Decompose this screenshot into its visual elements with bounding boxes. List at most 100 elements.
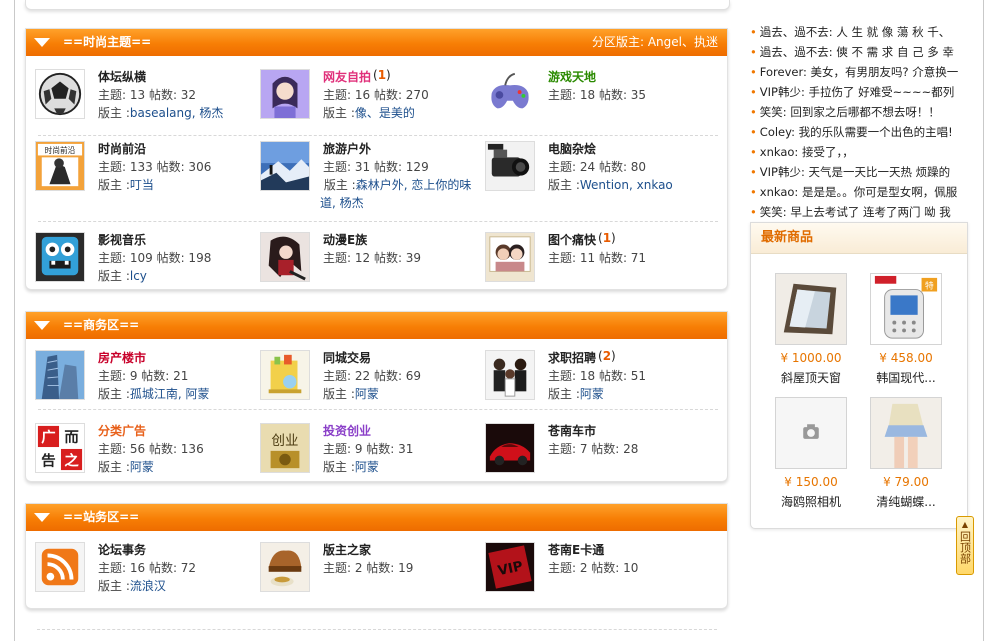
news-item[interactable]: • xnkao: 是是是。。你可是型女啊，佩服 bbox=[750, 182, 972, 202]
moderator-link[interactable]: 叮当 bbox=[130, 178, 154, 192]
forum-realestate: 房产楼市 主题: 9 帖数: 21 版主 :孤城江南, 阿蒙 bbox=[35, 350, 260, 412]
collapse-toggle-icon[interactable] bbox=[34, 513, 50, 522]
forum-name[interactable]: 游戏天地 bbox=[548, 68, 596, 85]
moderator-link[interactable]: 像、是美的 bbox=[355, 106, 415, 120]
forum-pictures: 图个痛快 (1) 主题: 11 帖数: 71 bbox=[485, 231, 710, 294]
news-item[interactable]: • xnkao: 接受了，， bbox=[750, 142, 972, 162]
skirt-image[interactable] bbox=[870, 397, 942, 469]
moderator-link[interactable]: 阿蒙 bbox=[130, 460, 154, 474]
collapse-toggle-icon[interactable] bbox=[34, 321, 50, 330]
moderator-link[interactable]: 阿蒙 bbox=[355, 460, 379, 474]
forum-stats: 主题: 133 帖数: 306 bbox=[98, 160, 212, 174]
monster-tv-icon[interactable] bbox=[35, 232, 85, 282]
forum-stats: 主题: 56 帖数: 136 bbox=[98, 442, 204, 456]
moderator-link[interactable]: 阿蒙 bbox=[355, 387, 379, 401]
forum-investment: 创业 投资创业 主题: 9 帖数: 31 版主 :阿蒙 bbox=[260, 423, 485, 485]
moderator-link[interactable]: 阿蒙 bbox=[580, 387, 604, 401]
moderator-link[interactable]: 流浪汉 bbox=[130, 579, 166, 593]
forum-name[interactable]: 苍南车市 bbox=[548, 422, 596, 439]
section-header: ==商务区== bbox=[26, 312, 727, 339]
red-car-icon[interactable] bbox=[485, 423, 535, 473]
moderator-link[interactable]: lcy bbox=[130, 269, 147, 283]
cake-tea-icon[interactable] bbox=[260, 542, 310, 592]
forum-name[interactable]: 苍南E卡通 bbox=[548, 541, 604, 558]
section-title: ==站务区== bbox=[63, 510, 140, 524]
forum-name[interactable]: 电脑杂烩 bbox=[548, 140, 596, 157]
news-item[interactable]: • 過去、過不去: 人 生 就 像 蕩 秋 千、 bbox=[750, 22, 972, 42]
forum-name[interactable]: 版主之家 bbox=[323, 541, 371, 558]
goods-name[interactable]: 清纯蝴蝶... bbox=[861, 493, 951, 510]
forum-stats: 主题: 9 帖数: 21 bbox=[98, 369, 189, 383]
forum-moderators: 版主 :流浪汉 bbox=[98, 579, 166, 593]
couple-photo-icon[interactable] bbox=[485, 232, 535, 282]
forum-fashion: 时尚前沿 时尚前沿 主题: 133 帖数: 306 版主 :叮当 bbox=[35, 141, 260, 203]
forum-name[interactable]: 旅游户外 bbox=[323, 140, 371, 157]
startup-icon[interactable]: 创业 bbox=[260, 423, 310, 473]
vip-card-icon[interactable]: VIP bbox=[485, 542, 535, 592]
rss-icon[interactable] bbox=[35, 542, 85, 592]
camera-placeholder-icon[interactable] bbox=[775, 397, 847, 469]
news-item[interactable]: • 笑笑: 早上去考试了 连考了两门 呦 我 bbox=[750, 202, 972, 222]
goods-item: ¥ 150.00 海鸥照相机 bbox=[766, 397, 856, 510]
forum-name[interactable]: 房产楼市 bbox=[98, 349, 146, 366]
forum-affairs: 论坛事务 主题: 16 帖数: 72 版主 :流浪汉 bbox=[35, 542, 260, 604]
news-item[interactable]: • VIP韩少: 天气是一天比一天热 烦躁的 bbox=[750, 162, 972, 182]
forum-name[interactable]: 同城交易 bbox=[323, 349, 371, 366]
previous-section-bottom bbox=[25, 0, 730, 10]
forum-name[interactable]: 投资创业 bbox=[323, 422, 371, 439]
forum-moderators: 版主 :像、是美的 bbox=[323, 106, 415, 120]
forum-name[interactable]: 图个痛快 bbox=[548, 231, 596, 248]
moderator-link[interactable]: Wention, xnkao bbox=[580, 178, 673, 192]
goods-price: ¥ 79.00 bbox=[883, 475, 929, 489]
mountain-icon[interactable] bbox=[260, 141, 310, 191]
forum-name[interactable]: 时尚前沿 bbox=[98, 140, 146, 157]
row-divider bbox=[38, 409, 718, 410]
forum-name[interactable]: 影视音乐 bbox=[98, 231, 146, 248]
goods-name[interactable]: 斜屋顶天窗 bbox=[766, 369, 856, 386]
forum-name[interactable]: 动漫E族 bbox=[323, 231, 367, 248]
moderator-link[interactable]: basealang, 杨杰 bbox=[130, 106, 224, 120]
anime-girl-icon[interactable] bbox=[260, 232, 310, 282]
goods-item: ¥ 79.00 清纯蝴蝶... bbox=[861, 397, 951, 510]
forum-name[interactable]: 网友自拍 bbox=[323, 68, 371, 85]
forum-ecard: VIP 苍南E卡通 主题: 2 帖数: 10 bbox=[485, 542, 710, 604]
soccer-ball-icon[interactable] bbox=[35, 69, 85, 119]
forum-name[interactable]: 求职招聘 bbox=[548, 349, 596, 366]
news-item[interactable]: • Coley: 我的乐队需要一个出色的主唱! bbox=[750, 122, 972, 142]
classified-ad-icon[interactable]: 广而告之 bbox=[35, 423, 85, 473]
forum-moderators: 版主 :阿蒙 bbox=[323, 387, 379, 401]
phone-image[interactable]: 特 bbox=[870, 273, 942, 345]
forum-stats: 主题: 12 帖数: 39 bbox=[323, 251, 422, 265]
camcorder-icon[interactable] bbox=[485, 141, 535, 191]
forum-name[interactable]: 体坛纵横 bbox=[98, 68, 146, 85]
fashion-icon[interactable]: 时尚前沿 bbox=[35, 141, 85, 191]
news-item[interactable]: • Forever: 美女，有男朋友吗? 介意换一 bbox=[750, 62, 972, 82]
news-item[interactable]: • 過去、過不去: 傸 不 需 求 自 己 多 幸 bbox=[750, 42, 972, 62]
business-people-icon[interactable] bbox=[485, 350, 535, 400]
forum-moderators: 版主 :lcy bbox=[98, 269, 147, 283]
forum-stats: 主题: 11 帖数: 71 bbox=[548, 251, 647, 265]
forum-stats: 主题: 16 帖数: 72 bbox=[98, 561, 197, 575]
forum-games: 游戏天地 主题: 18 帖数: 35 bbox=[485, 69, 710, 131]
selfie-photo-icon[interactable] bbox=[260, 69, 310, 119]
back-to-top-button[interactable]: ▲ 回顶部 bbox=[956, 516, 974, 575]
forum-name[interactable]: 论坛事务 bbox=[98, 541, 146, 558]
news-item[interactable]: • 笑笑: 回到家之后哪都不想去呀！！ bbox=[750, 102, 972, 122]
news-item[interactable]: • VIP韩少: 手拉伤了 好难受~~~~都列 bbox=[750, 82, 972, 102]
section-site-affairs: ==站务区== 论坛事务 主题: 16 帖数: 72 版主 :流浪汉 版主之家 … bbox=[25, 503, 728, 609]
forum-name[interactable]: 分类广告 bbox=[98, 422, 146, 439]
forum-moderators: 版主 :森林户外, 恋上你的味道, 杨杰 bbox=[320, 178, 472, 210]
goods-name[interactable]: 海鸥照相机 bbox=[766, 493, 856, 510]
shopping-icon[interactable] bbox=[260, 350, 310, 400]
collapse-toggle-icon[interactable] bbox=[34, 38, 50, 47]
goods-item: ¥ 1000.00 斜屋顶天窗 bbox=[766, 273, 856, 386]
forum-moderators: 版主 :叮当 bbox=[98, 178, 154, 192]
gamepad-icon[interactable] bbox=[485, 69, 535, 119]
forum-stats: 主题: 109 帖数: 198 bbox=[98, 251, 212, 265]
goods-name[interactable]: 韩国现代... bbox=[861, 369, 951, 386]
back-to-top-label: 回顶部 bbox=[958, 531, 972, 564]
skylight-window-image[interactable] bbox=[775, 273, 847, 345]
forum-computer: 电脑杂烩 主题: 24 帖数: 80 版主 :Wention, xnkao bbox=[485, 141, 710, 203]
building-icon[interactable] bbox=[35, 350, 85, 400]
moderator-link[interactable]: 孤城江南, 阿蒙 bbox=[130, 387, 210, 401]
